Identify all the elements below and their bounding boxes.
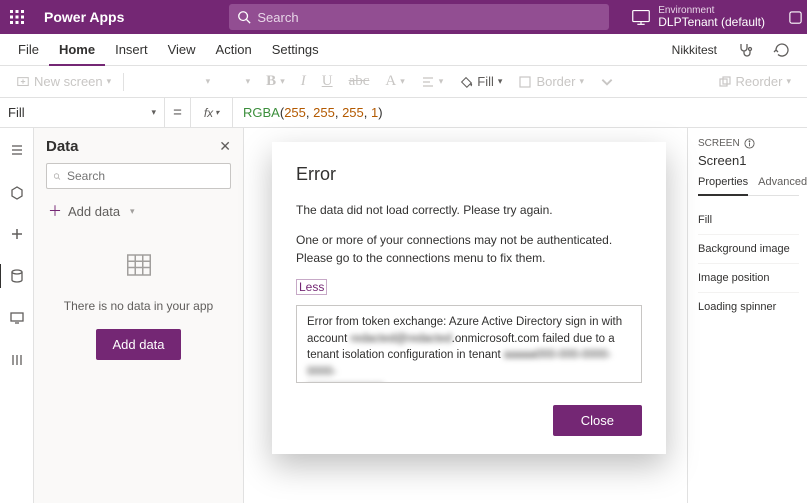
environment-icon bbox=[630, 6, 652, 28]
properties-pane: SCREEN Screen1 Properties Advanced Fill … bbox=[687, 128, 807, 503]
add-data-button[interactable]: Add data bbox=[96, 329, 180, 360]
underline-button: U bbox=[314, 73, 341, 90]
strike-button: abc bbox=[341, 73, 378, 90]
notification-button[interactable] bbox=[783, 0, 807, 34]
border-button: Border▾ bbox=[510, 74, 592, 89]
media-pane-button[interactable] bbox=[0, 306, 34, 330]
empty-state: There is no data in your app Add data bbox=[46, 250, 231, 360]
data-pane-button[interactable] bbox=[0, 264, 33, 288]
environment-value: DLPTenant (default) bbox=[658, 16, 765, 29]
screen-name: Screen1 bbox=[698, 153, 799, 168]
search-box[interactable]: Search bbox=[229, 4, 609, 30]
prop-image-position[interactable]: Image position bbox=[698, 264, 799, 293]
empty-state-message: There is no data in your app bbox=[46, 299, 231, 313]
plus-icon bbox=[9, 226, 25, 242]
menu-insert[interactable]: Insert bbox=[105, 34, 158, 65]
add-pane-button[interactable] bbox=[0, 222, 34, 246]
italic-button: I bbox=[293, 73, 314, 90]
info-icon bbox=[744, 138, 755, 149]
top-bar: Power Apps Search Environment DLPTenant … bbox=[0, 0, 807, 34]
prop-fill[interactable]: Fill bbox=[698, 206, 799, 235]
data-pane-title: Data bbox=[46, 138, 79, 155]
app-checker-button[interactable] bbox=[727, 42, 763, 58]
search-icon bbox=[237, 10, 251, 24]
user-label[interactable]: Nikkitest bbox=[662, 43, 727, 57]
add-data-dropdown[interactable]: ＋ Add data ▾ bbox=[46, 197, 231, 225]
undo-icon bbox=[773, 42, 789, 58]
menu-home[interactable]: Home bbox=[49, 35, 105, 66]
prop-loading-spinner[interactable]: Loading spinner bbox=[698, 293, 799, 321]
tab-advanced[interactable]: Advanced bbox=[758, 176, 807, 195]
monitor-icon bbox=[9, 310, 25, 326]
tree-icon bbox=[9, 142, 25, 158]
menu-file[interactable]: File bbox=[8, 34, 49, 65]
align-button: ▾ bbox=[413, 75, 452, 89]
fx-button[interactable]: fx▾ bbox=[191, 98, 233, 127]
tab-properties[interactable]: Properties bbox=[698, 176, 748, 196]
screen-section-label: SCREEN bbox=[698, 138, 799, 149]
insert-pane-button[interactable] bbox=[0, 180, 34, 204]
dialog-message-2: One or more of your connections may not … bbox=[296, 231, 642, 267]
search-placeholder: Search bbox=[257, 10, 298, 25]
close-button[interactable]: Close bbox=[553, 405, 642, 436]
new-screen-button[interactable]: New screen▾ bbox=[8, 74, 119, 89]
new-screen-icon bbox=[16, 75, 30, 89]
bucket-icon bbox=[459, 75, 473, 89]
stethoscope-icon bbox=[737, 42, 753, 58]
search-icon bbox=[53, 170, 61, 183]
prop-background-image[interactable]: Background image bbox=[698, 235, 799, 264]
chevron-down-icon bbox=[600, 75, 614, 89]
format-toolbar: New screen▾ ▾ ▾ B▾ I U abc A▾ ▾ Fill▾ Bo… bbox=[0, 66, 807, 98]
menu-settings[interactable]: Settings bbox=[262, 34, 329, 65]
data-search-box[interactable] bbox=[46, 163, 231, 189]
chevron-down-icon: ▾ bbox=[130, 206, 135, 217]
menu-action[interactable]: Action bbox=[206, 34, 262, 65]
error-dialog: Error The data did not load correctly. P… bbox=[272, 142, 666, 454]
tools-pane-button[interactable] bbox=[0, 348, 34, 372]
formula-input[interactable]: RGBA(255, 255, 255, 1) bbox=[233, 105, 807, 121]
formula-bar: Fill▾ = fx▾ RGBA(255, 255, 255, 1) bbox=[0, 98, 807, 128]
table-icon bbox=[124, 250, 154, 280]
font-size-dropdown: ▾ bbox=[218, 76, 258, 87]
data-pane: Data ✕ ＋ Add data ▾ There is no data in … bbox=[34, 128, 244, 503]
equals-label: = bbox=[165, 98, 191, 127]
tree-view-button[interactable] bbox=[0, 138, 34, 162]
close-pane-button[interactable]: ✕ bbox=[219, 138, 231, 155]
dialog-title: Error bbox=[296, 164, 642, 185]
property-selector[interactable]: Fill▾ bbox=[0, 98, 165, 127]
tools-icon bbox=[9, 352, 25, 368]
alert-icon bbox=[788, 10, 803, 25]
menu-bar: File Home Insert View Action Settings Ni… bbox=[0, 34, 807, 66]
dialog-message-1: The data did not load correctly. Please … bbox=[296, 201, 642, 219]
font-color-button: A▾ bbox=[377, 73, 412, 90]
data-search-input[interactable] bbox=[65, 168, 224, 184]
reorder-icon bbox=[718, 75, 732, 89]
reorder-button: Reorder▾ bbox=[710, 74, 800, 89]
brand-label: Power Apps bbox=[34, 9, 134, 25]
bold-button: B▾ bbox=[258, 73, 293, 90]
left-rail bbox=[0, 128, 34, 503]
error-details-box[interactable]: Error from token exchange: Azure Active … bbox=[296, 305, 642, 383]
plus-box-icon bbox=[9, 184, 25, 200]
fill-button[interactable]: Fill▾ bbox=[451, 74, 510, 89]
font-family-dropdown: ▾ bbox=[128, 76, 218, 87]
menu-view[interactable]: View bbox=[158, 34, 206, 65]
border-icon bbox=[518, 75, 532, 89]
align-objects-button bbox=[592, 75, 622, 89]
data-icon bbox=[9, 268, 25, 284]
environment-picker[interactable]: Environment DLPTenant (default) bbox=[620, 5, 783, 29]
less-toggle[interactable]: Less bbox=[296, 279, 327, 295]
plus-icon: ＋ bbox=[48, 201, 62, 221]
waffle-icon bbox=[10, 10, 24, 24]
app-launcher-button[interactable] bbox=[0, 0, 34, 34]
align-icon bbox=[421, 75, 435, 89]
undo-button[interactable] bbox=[763, 42, 799, 58]
